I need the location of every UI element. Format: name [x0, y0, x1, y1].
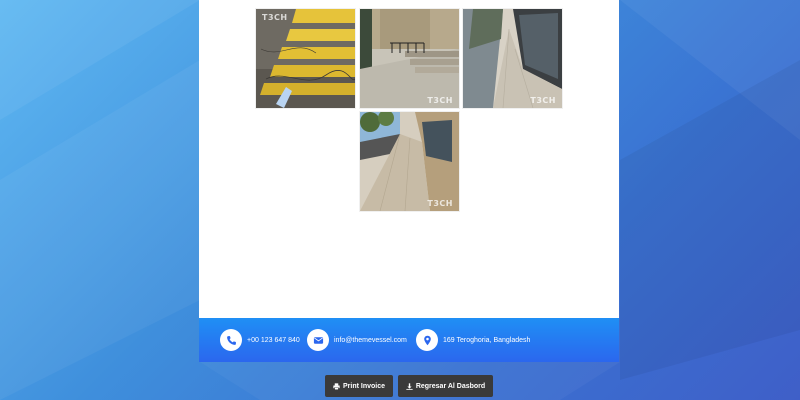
sidewalk-storefront-photo[interactable]: T3CH — [463, 9, 562, 108]
phone-contact: +00 123 647 840 — [220, 329, 300, 351]
email-contact: info@themevessel.com — [307, 329, 407, 351]
phone-icon — [220, 329, 242, 351]
sidewalk-image — [463, 9, 562, 108]
watermark-text: T3CH — [427, 199, 453, 208]
invoice-card: T3CH T3CH T3CH T3CH — [199, 0, 619, 318]
sidewalk-trees-image — [360, 112, 459, 211]
print-invoice-label: Print Invoice — [342, 382, 385, 390]
download-icon — [406, 382, 413, 390]
watermark-text: T3CH — [530, 96, 556, 105]
map-pin-icon — [416, 329, 438, 351]
phone-number[interactable]: +00 123 647 840 — [247, 337, 300, 344]
address-text: 169 Teroghoria, Bangladesh — [443, 336, 531, 344]
email-address[interactable]: info@themevessel.com — [334, 337, 407, 344]
address-contact: 169 Teroghoria, Bangladesh — [416, 329, 530, 351]
sidewalk-trees-photo[interactable]: T3CH — [360, 112, 459, 211]
crosswalk-photo[interactable]: T3CH — [256, 9, 355, 108]
stairs-image — [360, 9, 459, 108]
crosswalk-image — [256, 9, 355, 108]
envelope-icon — [307, 329, 329, 351]
stairs-building-photo[interactable]: T3CH — [360, 9, 459, 108]
print-invoice-button[interactable]: Print Invoice — [325, 375, 393, 397]
contact-footer: +00 123 647 840 info@themevessel.com 169… — [199, 318, 619, 362]
watermark-text: T3CH — [427, 96, 453, 105]
back-to-dashboard-button[interactable]: Regresar Al Dasbord — [398, 375, 493, 397]
printer-icon — [333, 382, 340, 390]
back-to-dashboard-label: Regresar Al Dasbord — [415, 382, 486, 390]
watermark-text: T3CH — [262, 13, 288, 22]
